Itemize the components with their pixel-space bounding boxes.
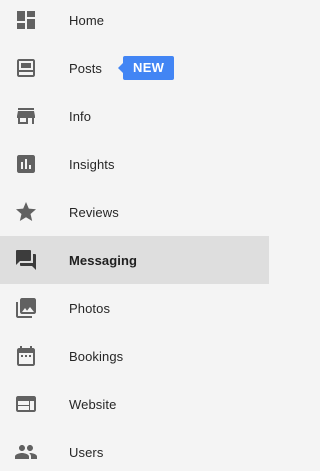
- sidebar-item-messaging[interactable]: Messaging: [0, 236, 269, 284]
- sidebar-item-label: Posts: [69, 60, 103, 76]
- star-icon: [14, 200, 38, 224]
- storefront-icon: [14, 104, 38, 128]
- photo-library-icon: [14, 296, 38, 320]
- sidebar-item-reviews[interactable]: Reviews: [0, 188, 269, 236]
- sidebar-item-label: Messaging: [69, 252, 138, 268]
- sidebar-item-posts[interactable]: Posts NEW: [0, 44, 269, 92]
- dashboard-icon: [14, 8, 38, 32]
- sidebar-item-label: Home: [69, 12, 105, 28]
- sidebar-item-bookings[interactable]: Bookings: [0, 332, 269, 380]
- sidebar-item-label: Website: [69, 396, 117, 412]
- sidebar-item-label: Users: [69, 444, 104, 460]
- sidebar-item-info[interactable]: Info: [0, 92, 269, 140]
- sidebar-item-label: Reviews: [69, 204, 119, 220]
- sidebar-item-home[interactable]: Home: [0, 0, 269, 44]
- chat-bubbles-icon: [14, 248, 38, 272]
- sidebar-item-website[interactable]: Website: [0, 380, 269, 428]
- sidebar-item-label: Bookings: [69, 348, 124, 364]
- sidebar-item-insights[interactable]: Insights: [0, 140, 269, 188]
- web-icon: [14, 392, 38, 416]
- sidebar-item-photos[interactable]: Photos: [0, 284, 269, 332]
- insights-chart-icon: [14, 152, 38, 176]
- sidebar-item-label: Photos: [69, 300, 111, 316]
- sidebar-item-label: Insights: [69, 156, 115, 172]
- posts-icon: [14, 56, 38, 80]
- sidebar-item-users[interactable]: Users: [0, 428, 269, 471]
- sidebar-item-label: Info: [69, 108, 92, 124]
- calendar-icon: [14, 344, 38, 368]
- people-icon: [14, 440, 38, 464]
- new-badge: NEW: [117, 56, 175, 80]
- sidebar-nav: Home Posts NEW Info Insights Reviews Mes…: [0, 0, 280, 467]
